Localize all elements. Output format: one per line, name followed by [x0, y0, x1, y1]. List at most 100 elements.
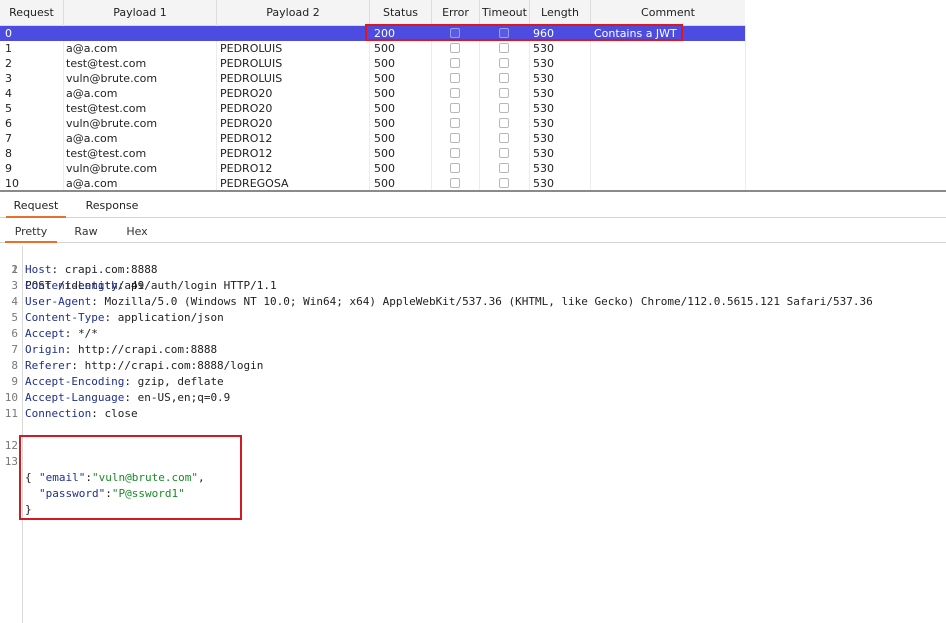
tab-raw[interactable]: Raw — [68, 222, 104, 241]
header-name: Accept-Language — [25, 391, 125, 404]
timeout-checkbox[interactable] — [499, 88, 509, 98]
tab-request[interactable]: Request — [6, 196, 66, 218]
tab-response[interactable]: Response — [80, 196, 144, 216]
header-length[interactable]: Length — [530, 0, 591, 25]
editor-line: 10 Accept-Language: en-US,en;q=0.9 — [0, 390, 946, 406]
cell-status: 500 — [374, 87, 395, 100]
http-header: Accept-Language: en-US,en;q=0.9 — [25, 391, 231, 404]
table-row[interactable]: 6 vuln@brute.com PEDRO20 500 530 — [0, 116, 745, 131]
header-value: gzip, deflate — [130, 375, 224, 388]
error-checkbox[interactable] — [450, 58, 460, 68]
pane-splitter[interactable] — [0, 190, 946, 192]
timeout-checkbox[interactable] — [499, 178, 509, 188]
timeout-checkbox[interactable] — [499, 148, 509, 158]
header-value: Mozilla/5.0 (Windows NT 10.0; Win64; x64… — [97, 295, 873, 308]
table-row[interactable]: 1 a@a.com PEDROLUIS 500 530 — [0, 41, 745, 56]
http-header: Origin: http://crapi.com:8888 — [25, 343, 218, 356]
cell-payload2: PEDREGOSA — [220, 177, 289, 190]
header-value: http://crapi.com:8888 — [71, 343, 218, 356]
http-header: Content-Type: application/json — [25, 311, 224, 324]
line-number: 7 — [11, 343, 18, 356]
line-number: 9 — [11, 375, 18, 388]
timeout-checkbox[interactable] — [499, 133, 509, 143]
error-checkbox[interactable] — [450, 103, 460, 113]
header-payload1[interactable]: Payload 1 — [64, 0, 217, 25]
error-checkbox[interactable] — [450, 163, 460, 173]
editor-line: 5 Content-Type: application/json — [0, 310, 946, 326]
timeout-checkbox[interactable] — [499, 118, 509, 128]
line-number: 5 — [11, 311, 18, 324]
header-value: 49 — [124, 279, 145, 292]
table-row[interactable]: 3 vuln@brute.com PEDROLUIS 500 530 — [0, 71, 745, 86]
editor-line: 1 POST /identity/api/auth/login HTTP/1.1 — [0, 246, 946, 292]
cell-length: 530 — [533, 177, 554, 190]
error-checkbox[interactable] — [450, 43, 460, 53]
editor-line: 4 User-Agent: Mozilla/5.0 (Windows NT 10.… — [0, 294, 946, 310]
timeout-checkbox[interactable] — [499, 43, 509, 53]
tab-pretty[interactable]: Pretty — [5, 222, 57, 243]
cell-payload2: PEDRO20 — [220, 117, 273, 130]
header-name: Referer — [25, 359, 72, 372]
table-row[interactable]: 10 a@a.com PEDREGOSA 500 530 — [0, 176, 745, 190]
cell-status: 500 — [374, 147, 395, 160]
http-header: User-Agent: Mozilla/5.0 (Windows NT 10.0… — [25, 295, 873, 308]
cell-length: 530 — [533, 42, 554, 55]
cell-length: 530 — [533, 117, 554, 130]
http-header: Content-Length: 49 — [25, 279, 145, 292]
header-name: Content-Length — [25, 279, 118, 292]
cell-payload1: a@a.com — [66, 87, 118, 100]
line-number: 6 — [11, 327, 18, 340]
cell-request: 5 — [5, 102, 12, 115]
cell-length: 530 — [533, 57, 554, 70]
timeout-checkbox[interactable] — [499, 58, 509, 68]
table-row[interactable]: 8 test@test.com PEDRO12 500 530 — [0, 146, 745, 161]
view-tabs: Pretty Raw Hex — [0, 222, 946, 243]
cell-status: 500 — [374, 72, 395, 85]
header-name: User-Agent — [25, 295, 92, 308]
editor-line: 9 Accept-Encoding: gzip, deflate — [0, 374, 946, 390]
error-checkbox[interactable] — [450, 73, 460, 83]
timeout-checkbox[interactable] — [499, 163, 509, 173]
cell-request: 8 — [5, 147, 12, 160]
header-timeout[interactable]: Timeout — [480, 0, 530, 25]
error-checkbox[interactable] — [450, 148, 460, 158]
table-row[interactable]: 7 a@a.com PEDRO12 500 530 — [0, 131, 745, 146]
header-payload2[interactable]: Payload 2 — [217, 0, 370, 25]
header-error[interactable]: Error — [432, 0, 480, 25]
cell-payload2: PEDRO20 — [220, 87, 273, 100]
line-number: 11 — [4, 407, 18, 420]
error-checkbox[interactable] — [450, 88, 460, 98]
cell-status: 500 — [374, 57, 395, 70]
cell-request: 2 — [5, 57, 12, 70]
editor-line: 7 Origin: http://crapi.com:8888 — [0, 342, 946, 358]
header-request[interactable]: Request — [0, 0, 64, 25]
header-status[interactable]: Status — [370, 0, 432, 25]
cell-payload1: a@a.com — [66, 42, 118, 55]
table-row[interactable]: 2 test@test.com PEDROLUIS 500 530 — [0, 56, 745, 71]
header-name: Accept-Encoding — [25, 375, 125, 388]
http-header: Referer: http://crapi.com:8888/login — [25, 359, 264, 372]
http-header: Accept-Encoding: gzip, deflate — [25, 375, 224, 388]
cell-status: 500 — [374, 117, 395, 130]
error-checkbox[interactable] — [450, 178, 460, 188]
table-row[interactable]: 4 a@a.com PEDRO20 500 530 — [0, 86, 745, 101]
header-name: Origin — [25, 343, 65, 356]
header-value: en-US,en;q=0.9 — [130, 391, 231, 404]
error-checkbox[interactable] — [450, 118, 460, 128]
header-comment[interactable]: Comment — [591, 0, 745, 25]
cell-payload2: PEDROLUIS — [220, 57, 283, 70]
table-row[interactable]: 5 test@test.com PEDRO20 500 530 — [0, 101, 745, 116]
cell-length: 530 — [533, 162, 554, 175]
timeout-checkbox[interactable] — [499, 73, 509, 83]
message-tabs: Request Response — [0, 196, 946, 218]
highlight-box-jwt-row — [365, 24, 683, 41]
error-checkbox[interactable] — [450, 133, 460, 143]
cell-payload1: test@test.com — [66, 57, 147, 70]
tab-hex[interactable]: Hex — [120, 222, 154, 241]
table-row[interactable]: 9 vuln@brute.com PEDRO12 500 530 — [0, 161, 745, 176]
header-value: close — [97, 407, 138, 420]
column-divider — [745, 25, 746, 190]
timeout-checkbox[interactable] — [499, 103, 509, 113]
header-value: http://crapi.com:8888/login — [77, 359, 264, 372]
header-name: Accept — [25, 327, 65, 340]
